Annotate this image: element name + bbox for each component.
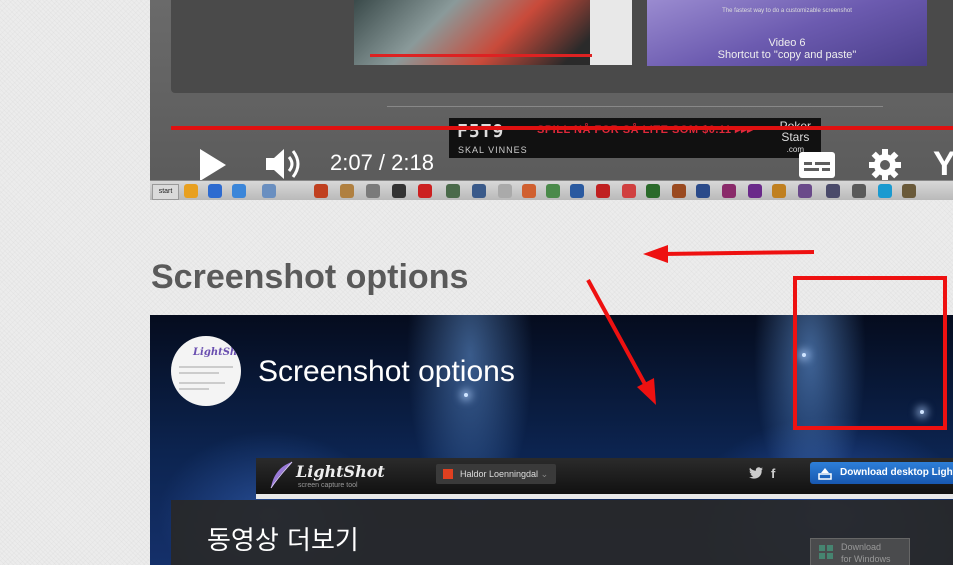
- volume-icon: [266, 149, 300, 179]
- video-player-top[interactable]: The fastest way to do a customizable scr…: [150, 0, 953, 200]
- divider: [387, 106, 883, 107]
- app-icon-8[interactable]: [498, 184, 512, 198]
- windows-button-line1: Download: [841, 542, 882, 552]
- acrobat-icon[interactable]: [622, 184, 636, 198]
- more-videos-panel[interactable]: 동영상 더보기 Download for Windows: [171, 500, 953, 565]
- subtitles-button[interactable]: [798, 151, 836, 179]
- avatar-brand: LightShot: [193, 347, 241, 358]
- play-icon: [200, 149, 226, 181]
- firefox-icon[interactable]: [208, 184, 222, 198]
- app-icon-11[interactable]: [570, 184, 584, 198]
- thumbnail-sidebar: [590, 0, 632, 65]
- facebook-icon[interactable]: f: [771, 466, 775, 481]
- app-icon-12[interactable]: [672, 184, 686, 198]
- app-icon-3[interactable]: [366, 184, 380, 198]
- lightshot-header: LightShot screen capture tool Haldor Loe…: [256, 458, 953, 499]
- dreamweaver-icon[interactable]: [646, 184, 660, 198]
- avatar-line: [179, 382, 225, 384]
- app-icon-5[interactable]: [418, 184, 432, 198]
- settings-button[interactable]: [868, 148, 902, 182]
- premiere-icon[interactable]: [748, 184, 762, 198]
- photoshop-icon[interactable]: [696, 184, 710, 198]
- stage-light: [802, 353, 806, 357]
- twitter-icon[interactable]: [749, 467, 763, 482]
- avatar-line: [179, 366, 233, 368]
- download-desktop-button[interactable]: Download desktop Lightshot: [810, 462, 953, 484]
- taskbar: start: [150, 180, 953, 200]
- app-icon-1[interactable]: [314, 184, 328, 198]
- app-icon-9[interactable]: [522, 184, 536, 198]
- avatar-line: [179, 388, 209, 390]
- thumbnail-topline: The fastest way to do a customizable scr…: [722, 8, 852, 14]
- video-time: 2:07 / 2:18: [330, 150, 434, 175]
- subtitles-icon: [799, 152, 835, 178]
- windows-logo-icon: [819, 545, 833, 559]
- aftereffects-icon[interactable]: [798, 184, 812, 198]
- lightshot-logo[interactable]: LightShot screen capture tool: [268, 461, 385, 494]
- video-controls: 2:07 / 2:18 Yo: [150, 135, 953, 183]
- arrowhead-left-icon: [643, 245, 668, 263]
- windows-button-line2: for Windows: [841, 554, 891, 564]
- start-button[interactable]: start: [152, 184, 179, 200]
- stage-light: [464, 393, 468, 397]
- user-flag-icon: [443, 469, 453, 479]
- twitter-bird-icon: [749, 467, 763, 479]
- app-icon-10[interactable]: [546, 184, 560, 198]
- download-label: Download desktop Lightshot: [840, 467, 953, 478]
- app-icon-4[interactable]: [392, 184, 406, 198]
- video-player-bottom[interactable]: LightShot Screenshot options LightShot s…: [150, 315, 953, 565]
- filezilla-icon[interactable]: [596, 184, 610, 198]
- app-icon-2[interactable]: [340, 184, 354, 198]
- play-button[interactable]: [198, 148, 228, 182]
- lightshot-tagline: screen capture tool: [298, 482, 358, 489]
- video-thumbnail-rafting[interactable]: [354, 0, 632, 65]
- indesign-icon[interactable]: [722, 184, 736, 198]
- gear-icon: [869, 149, 901, 181]
- channel-avatar[interactable]: LightShot: [171, 336, 241, 406]
- volume-button[interactable]: [265, 146, 305, 182]
- video-title[interactable]: Screenshot options: [258, 355, 515, 389]
- chrome-icon[interactable]: [184, 184, 198, 198]
- user-menu[interactable]: Haldor Loenningdal ⌄: [436, 464, 557, 484]
- annotation-arrow-left: [661, 250, 815, 256]
- lightshot-logo-text: LightShot: [296, 462, 385, 481]
- thumbnail-progress: [370, 54, 592, 57]
- thumbnail-title: Video 6: [768, 37, 806, 49]
- avatar-line: [179, 372, 219, 374]
- feather-icon: [270, 461, 293, 489]
- chevron-down-icon: ⌄: [540, 469, 549, 479]
- app-icon-13[interactable]: [826, 184, 840, 198]
- stage-light: [920, 410, 924, 414]
- download-icon: [818, 468, 832, 480]
- app-icon-7[interactable]: [472, 184, 486, 198]
- youtube-logo[interactable]: Yo: [933, 145, 953, 184]
- ie-icon[interactable]: [232, 184, 246, 198]
- more-videos-label[interactable]: 동영상 더보기: [207, 520, 359, 557]
- app-icon-6[interactable]: [446, 184, 460, 198]
- thumbnail-subtitle: Shortcut to "copy and paste": [717, 49, 857, 61]
- video-thumbnail-6[interactable]: The fastest way to do a customizable scr…: [647, 0, 927, 66]
- video-progress-bar[interactable]: [171, 126, 953, 130]
- user-name: Haldor Loenningdal: [460, 469, 539, 479]
- skype-icon[interactable]: [878, 184, 892, 198]
- browser-icon[interactable]: [262, 184, 276, 198]
- download-windows-button[interactable]: Download for Windows: [810, 538, 910, 565]
- illustrator-icon[interactable]: [772, 184, 786, 198]
- app-icon-15[interactable]: [902, 184, 916, 198]
- app-icon-14[interactable]: [852, 184, 866, 198]
- section-heading: Screenshot options: [151, 258, 469, 296]
